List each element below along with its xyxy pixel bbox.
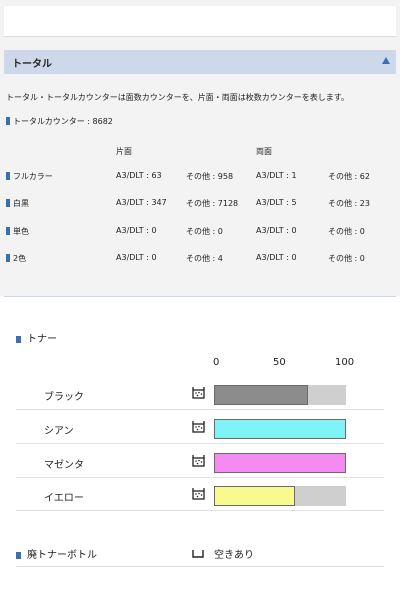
single-other-value: その他 : 0 <box>186 227 223 236</box>
top-card <box>4 6 396 37</box>
single-other-value: その他 : 4 <box>186 254 223 263</box>
bullet-icon <box>16 336 21 343</box>
bullet-icon <box>6 254 10 262</box>
bullet-icon <box>6 199 10 207</box>
bullet-icon <box>16 552 21 559</box>
row-label: 2色 <box>13 254 27 263</box>
waste-toner-label-wrap: 廃トナーボトル <box>16 546 97 561</box>
waste-toner-status: 空きあり <box>214 550 254 561</box>
toner-row-cyan: シアン <box>16 413 384 444</box>
toner-name: マゼンタ <box>44 460 84 471</box>
counter-row: フルカラー A3/DLT : 63 その他 : 958 A3/DLT : 1 そ… <box>0 171 400 183</box>
toner-cartridge-icon <box>192 387 205 399</box>
scale-label-100: 100 <box>335 357 355 368</box>
waste-bottle-icon <box>192 550 204 558</box>
toner-level-bar <box>214 453 346 473</box>
toner-level-fill <box>214 419 346 439</box>
row-label: フルカラー <box>13 172 53 181</box>
toner-row-yellow: イエロー <box>16 480 384 511</box>
total-counter-text: トータルカウンター : 8682 <box>13 117 113 126</box>
double-other-value: その他 : 0 <box>328 254 365 263</box>
counter-row: 2色 A3/DLT : 0 その他 : 4 A3/DLT : 0 その他 : 0 <box>0 253 400 265</box>
single-a3-value: A3/DLT : 63 <box>116 171 162 180</box>
single-a3-value: A3/DLT : 347 <box>116 198 167 207</box>
toner-level-bar <box>214 419 346 439</box>
toner-cartridge-icon <box>192 488 205 500</box>
bullet-icon <box>6 172 10 180</box>
double-a3-value: A3/DLT : 0 <box>256 226 297 235</box>
toner-title: トナー <box>27 334 57 345</box>
toner-row-black: ブラック <box>16 379 384 410</box>
single-a3-value: A3/DLT : 0 <box>116 226 157 235</box>
double-a3-value: A3/DLT : 1 <box>256 171 297 180</box>
toner-level-fill <box>214 486 295 506</box>
waste-toner-row: 廃トナーボトル 空きあり <box>16 540 384 567</box>
single-other-value: その他 : 958 <box>186 172 234 181</box>
toner-level-fill <box>214 453 346 473</box>
double-other-value: その他 : 0 <box>328 227 365 236</box>
bullet-icon <box>6 117 10 125</box>
bullet-icon <box>6 227 10 235</box>
double-other-value: その他 : 23 <box>328 199 370 208</box>
toner-level-bar <box>214 486 346 506</box>
counter-description: トータル・トータルカウンターは面数カウンターを、片面・両面は枚数カウンターを表し… <box>6 93 349 102</box>
toner-cartridge-icon <box>192 455 205 467</box>
double-a3-value: A3/DLT : 0 <box>256 253 297 262</box>
counter-panel: トータル トータル・トータルカウンターは面数カウンターを、片面・両面は枚数カウン… <box>0 0 400 296</box>
total-section-header[interactable]: トータル <box>4 50 396 74</box>
collapse-up-icon[interactable] <box>382 57 390 64</box>
column-double-header: 両面 <box>256 147 272 156</box>
scale-label-50: 50 <box>273 357 286 368</box>
double-other-value: その他 : 62 <box>328 172 370 181</box>
toner-name: ブラック <box>44 392 84 403</box>
toner-name: シアン <box>44 426 74 437</box>
single-a3-value: A3/DLT : 0 <box>116 253 157 262</box>
toner-level-bar <box>214 385 346 405</box>
row-label: 単色 <box>13 227 29 236</box>
row-label: 白黒 <box>13 199 29 208</box>
toner-level-fill <box>214 385 308 405</box>
toner-heading: トナー <box>16 330 57 345</box>
counter-row: 単色 A3/DLT : 0 その他 : 0 A3/DLT : 0 その他 : 0 <box>0 226 400 238</box>
total-section-title: トータル <box>12 59 52 70</box>
waste-toner-label: 廃トナーボトル <box>27 550 97 561</box>
toner-cartridge-icon <box>192 421 205 433</box>
total-counter: トータルカウンター : 8682 <box>6 116 113 127</box>
single-other-value: その他 : 7128 <box>186 199 239 208</box>
toner-row-magenta: マゼンタ <box>16 447 384 478</box>
toner-name: イエロー <box>44 493 84 504</box>
column-single-header: 片面 <box>116 147 132 156</box>
double-a3-value: A3/DLT : 5 <box>256 198 297 207</box>
section-divider <box>4 296 396 297</box>
scale-label-0: 0 <box>213 357 220 368</box>
counter-row: 白黒 A3/DLT : 347 その他 : 7128 A3/DLT : 5 その… <box>0 198 400 210</box>
